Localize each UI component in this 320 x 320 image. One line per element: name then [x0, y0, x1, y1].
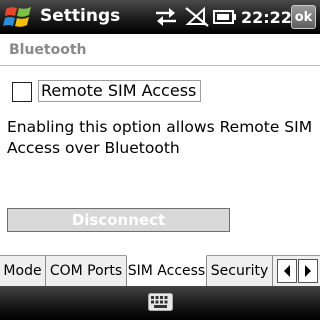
tab-com-ports[interactable]: COM Ports	[46, 256, 127, 286]
page-title: Bluetooth	[9, 42, 87, 58]
sync-arrows-icon[interactable]	[153, 5, 179, 29]
remote-sim-access-checkbox[interactable]	[12, 82, 32, 102]
remote-sim-access-label[interactable]: Remote SIM Access	[38, 80, 202, 102]
tab-scroll-right-button[interactable]	[298, 259, 318, 283]
no-signal-icon[interactable]	[184, 5, 210, 29]
page-header: Bluetooth	[0, 34, 320, 66]
arrow-right-icon	[305, 265, 311, 277]
status-bar: Settings 22:22 ok	[0, 0, 320, 34]
tab-scroll-left-button[interactable]	[277, 259, 297, 283]
app-title: Settings	[40, 6, 121, 26]
battery-icon[interactable]	[213, 5, 237, 29]
tab-mode[interactable]: Mode	[0, 256, 46, 286]
softkey-bar	[0, 286, 320, 320]
tab-bar: Mode COM Ports SIM Access Security	[0, 255, 320, 286]
windows-start-icon[interactable]	[2, 3, 36, 31]
keyboard-icon[interactable]	[148, 293, 173, 311]
disconnect-button[interactable]: Disconnect	[7, 208, 230, 232]
clock[interactable]: 22:22	[241, 8, 292, 27]
ok-button[interactable]: ok	[291, 5, 316, 29]
tab-security[interactable]: Security	[207, 256, 273, 286]
description-text: Enabling this option allows Remote SIM A…	[7, 118, 313, 157]
tab-sim-access[interactable]: SIM Access	[126, 255, 207, 286]
arrow-left-icon	[284, 265, 290, 277]
